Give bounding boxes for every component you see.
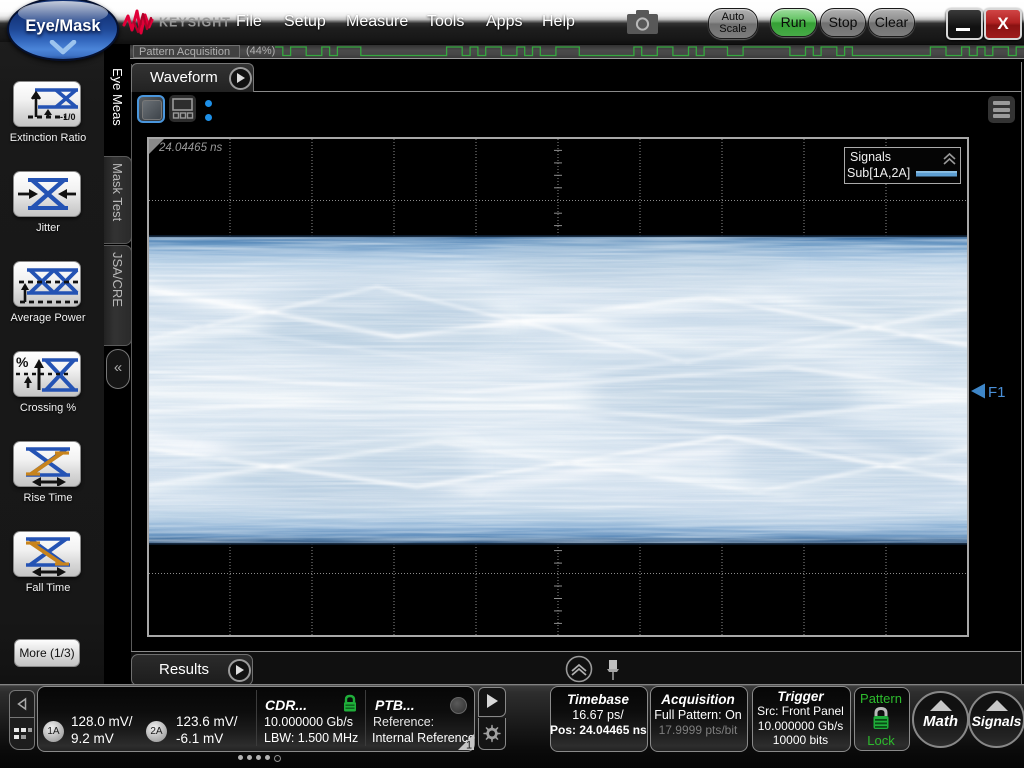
svg-text:F1: F1 bbox=[988, 384, 1006, 400]
svg-text:-1/0: -1/0 bbox=[60, 112, 76, 122]
svg-text:24.04465 ns: 24.04465 ns bbox=[158, 142, 223, 154]
svg-text:1: 1 bbox=[466, 740, 472, 751]
svg-text:Sub[1A,2A]: Sub[1A,2A] bbox=[847, 166, 910, 180]
svg-text:%: % bbox=[16, 354, 29, 370]
svg-text:Signals: Signals bbox=[850, 150, 891, 164]
svg-text:KEYSIGHT: KEYSIGHT bbox=[159, 16, 231, 30]
